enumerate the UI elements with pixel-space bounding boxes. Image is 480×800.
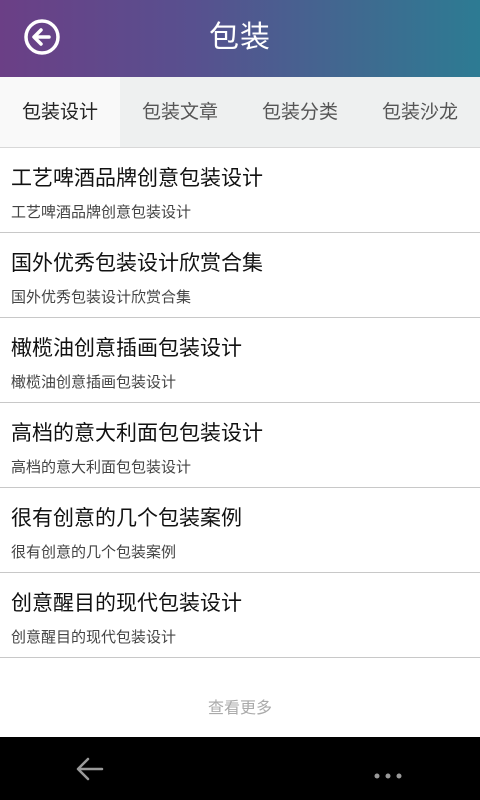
list-item[interactable]: 很有创意的几个包装案例 很有创意的几个包装案例 [0, 488, 480, 573]
nav-back-button[interactable] [74, 753, 106, 785]
arrow-left-icon [76, 757, 104, 781]
item-subtitle: 创意醒目的现代包装设计 [11, 628, 177, 646]
list-item[interactable]: 高档的意大利面包包装设计 高档的意大利面包包装设计 [0, 403, 480, 488]
page-title: 包装 [209, 20, 271, 55]
item-title: 工艺啤酒品牌创意包装设计 [11, 166, 263, 190]
item-title: 高档的意大利面包包装设计 [11, 421, 263, 445]
more-dots-icon [374, 773, 402, 779]
item-title: 很有创意的几个包装案例 [11, 506, 242, 530]
category-tabs: 包装设计 包装文章 包装分类 包装沙龙 [0, 77, 480, 148]
nav-menu-button[interactable] [372, 765, 404, 779]
tab-package-categories[interactable]: 包装分类 [240, 77, 360, 147]
item-subtitle: 很有创意的几个包装案例 [11, 543, 177, 561]
app-header: 包装 [0, 0, 480, 77]
tab-package-articles[interactable]: 包装文章 [120, 77, 240, 147]
system-nav-bar [0, 737, 480, 800]
tab-package-design[interactable]: 包装设计 [0, 77, 120, 147]
list-item[interactable]: 橄榄油创意插画包装设计 橄榄油创意插画包装设计 [0, 318, 480, 403]
load-more-button[interactable]: 查看更多 [0, 694, 480, 718]
item-subtitle: 橄榄油创意插画包装设计 [11, 373, 177, 391]
article-list: 工艺啤酒品牌创意包装设计 工艺啤酒品牌创意包装设计 国外优秀包装设计欣赏合集 国… [0, 148, 480, 658]
item-title: 国外优秀包装设计欣赏合集 [11, 251, 263, 275]
list-item[interactable]: 工艺啤酒品牌创意包装设计 工艺啤酒品牌创意包装设计 [0, 148, 480, 233]
item-title: 橄榄油创意插画包装设计 [11, 336, 242, 360]
list-item[interactable]: 国外优秀包装设计欣赏合集 国外优秀包装设计欣赏合集 [0, 233, 480, 318]
list-item[interactable]: 创意醒目的现代包装设计 创意醒目的现代包装设计 [0, 573, 480, 658]
item-subtitle: 高档的意大利面包包装设计 [11, 458, 192, 476]
item-title: 创意醒目的现代包装设计 [11, 591, 242, 615]
tab-package-salon[interactable]: 包装沙龙 [360, 77, 480, 147]
item-subtitle: 工艺啤酒品牌创意包装设计 [11, 203, 192, 221]
item-subtitle: 国外优秀包装设计欣赏合集 [11, 288, 192, 306]
